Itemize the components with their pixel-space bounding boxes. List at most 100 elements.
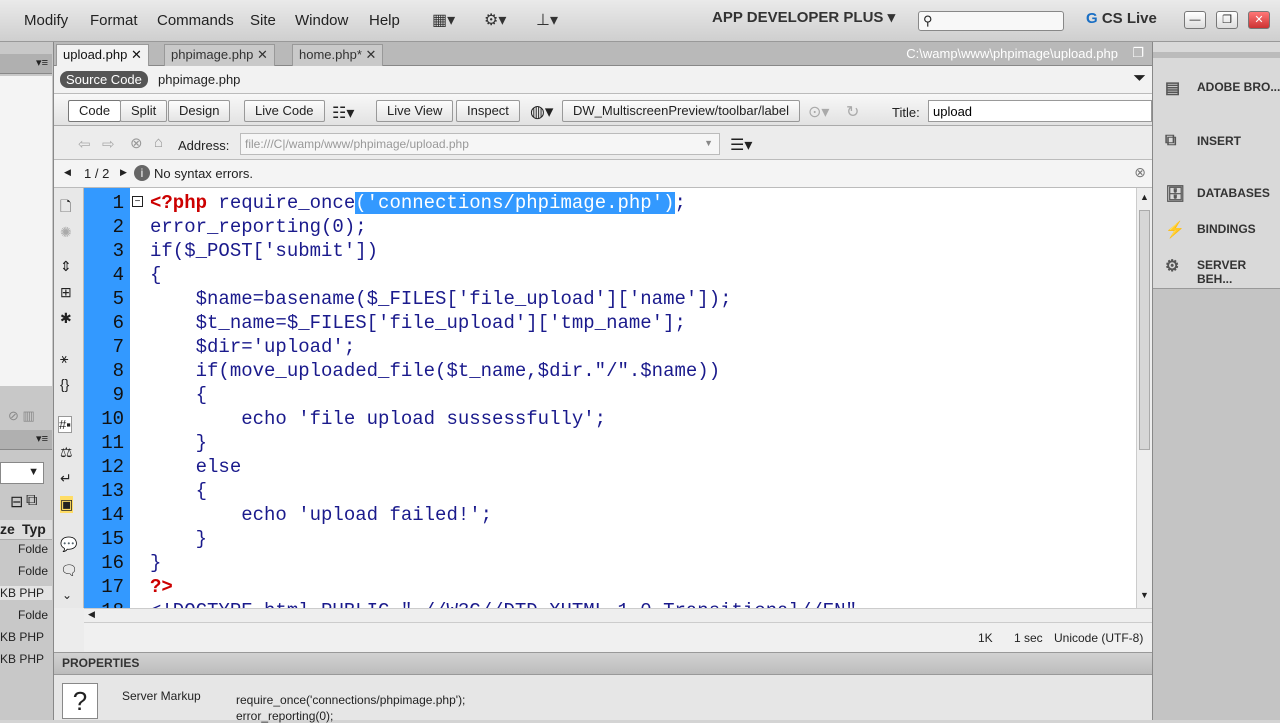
home-icon[interactable]: ⌂ [154, 134, 163, 151]
tab-phpimage[interactable]: phpimage.php ✕ [164, 44, 275, 66]
close-button[interactable]: ✕ [1248, 11, 1270, 29]
back-icon[interactable]: ⇦ [78, 135, 91, 153]
close-icon[interactable]: ⊗ [1134, 164, 1146, 181]
col-size-header[interactable]: ze [0, 521, 15, 537]
expand-all-icon[interactable]: ✱ [60, 310, 72, 327]
scroll-thumb[interactable] [1139, 210, 1150, 450]
horizontal-scrollbar[interactable]: ◀ [84, 608, 1152, 622]
restore-doc-icon[interactable]: ❐ [1132, 45, 1144, 61]
properties-header[interactable]: PROPERTIES [54, 653, 1152, 675]
gear-icon[interactable]: ⚙▾ [484, 10, 506, 30]
apply-comment-icon[interactable]: 💬 [60, 536, 77, 553]
line-number: 8 [112, 360, 124, 382]
inspect-button[interactable]: Inspect [456, 100, 520, 122]
design-view-button[interactable]: Design [168, 100, 231, 122]
view-options-icon[interactable]: ☰▾ [730, 135, 752, 155]
collapse-icon[interactable]: − [132, 196, 143, 207]
panel-menu-icon[interactable]: ▾≡ [36, 56, 48, 69]
file-row[interactable]: KB PHP [0, 630, 44, 644]
server-behaviors-panel[interactable]: ⚙ SERVER BEH... [1153, 248, 1280, 286]
select-parent-tag-icon[interactable]: ⚹ [60, 350, 68, 367]
open-documents-icon[interactable]: 🗋 [60, 196, 71, 220]
menu-window[interactable]: Window [295, 12, 348, 29]
show-code-navigator-icon[interactable]: ✺ [60, 224, 72, 241]
col-type-header[interactable]: Typ [22, 521, 46, 537]
file-row[interactable]: KB PHP [0, 586, 52, 600]
more-icon[interactable]: ⌄ [62, 588, 72, 602]
split-view-button[interactable]: Split [120, 100, 168, 122]
prev-icon[interactable]: ◀ [64, 167, 71, 178]
tab-home[interactable]: home.php* ✕ [292, 44, 384, 66]
menu-help[interactable]: Help [369, 12, 400, 29]
workspace-switcher[interactable]: APP DEVELOPER PLUS ▾ [712, 8, 908, 34]
file-row[interactable]: Folde [18, 564, 48, 578]
search-input[interactable]: ⚲ [918, 11, 1064, 31]
address-input[interactable]: file:///C|/wamp/www/phpimage/upload.php ▼ [240, 133, 720, 155]
databases-panel[interactable]: 🗄 DATABASES [1153, 176, 1280, 212]
menu-format[interactable]: Format [90, 12, 138, 29]
forward-icon[interactable]: ⇨ [102, 135, 115, 153]
balance-braces-icon[interactable]: {} [60, 376, 69, 392]
minimize-button[interactable]: — [1184, 11, 1206, 29]
code-view-button[interactable]: Code [68, 100, 122, 122]
code-line: if($_POST['submit']) [150, 240, 379, 262]
cs-live-button[interactable]: G CS Live [1086, 10, 1157, 27]
line-numbers-icon[interactable]: #▪ [58, 416, 72, 433]
related-files-icon[interactable]: ☷▾ [332, 103, 354, 123]
chevron-down-icon[interactable]: ▼ [704, 138, 713, 148]
remove-comment-icon[interactable]: 🗨 [60, 562, 78, 579]
scroll-left-icon[interactable]: ◀ [88, 609, 95, 620]
vertical-scrollbar[interactable]: ▲ ▼ [1136, 188, 1152, 608]
code-editor[interactable]: 1 2 3 4 5 6 7 8 9 10 11 12 13 14 15 16 1… [84, 188, 1136, 608]
panel-label: BINDINGS [1197, 222, 1256, 236]
multiscreen-button[interactable]: DW_MultiscreenPreview/toolbar/label [562, 100, 801, 122]
code-line: if(move_uploaded_file($t_name,$dir."/".$… [150, 360, 721, 382]
site-dropdown[interactable]: ▼ [0, 462, 44, 484]
menu-modify[interactable]: Modify [24, 12, 68, 29]
source-code-tab[interactable]: Source Code [60, 71, 148, 88]
dock-grip[interactable] [1153, 52, 1280, 58]
next-icon[interactable]: ▶ [120, 167, 127, 178]
close-icon[interactable]: ✕ [366, 47, 377, 62]
globe-icon[interactable]: ◍▾ [530, 102, 553, 122]
filter-icon[interactable]: ⏷ [1133, 70, 1146, 88]
preview-icon[interactable]: ⊙▾ [808, 102, 829, 122]
insert-panel[interactable]: ⧉ INSERT [1153, 124, 1280, 160]
no-icon[interactable]: ⊘ ▥ [8, 408, 35, 424]
files-icon[interactable]: ⧉ [26, 492, 37, 510]
menu-commands[interactable]: Commands [157, 12, 234, 29]
restore-button[interactable]: ❐ [1216, 11, 1238, 29]
refresh-icon[interactable]: ↻ [846, 102, 859, 122]
file-row[interactable]: Folde [18, 608, 48, 622]
workspace-label: APP DEVELOPER PLUS [712, 9, 884, 26]
related-files-bar: Source Code phpimage.php ⏷ [54, 66, 1152, 94]
close-icon[interactable]: ✕ [131, 47, 142, 62]
code-line: else [150, 456, 242, 478]
syntax-coloring-icon[interactable]: ▣ [60, 496, 74, 513]
live-view-button[interactable]: Live View [376, 100, 454, 122]
live-code-button[interactable]: Live Code [244, 100, 325, 122]
stop-icon[interactable]: ⊗ [130, 134, 143, 152]
collapse-selection-icon[interactable]: ⊞ [60, 284, 72, 301]
collapse-tag-icon[interactable]: ⇕ [60, 258, 72, 275]
expand-icon[interactable]: ⊟ [10, 492, 23, 512]
files-menu-icon[interactable]: ▾≡ [36, 432, 48, 445]
scroll-down-icon[interactable]: ▼ [1140, 590, 1149, 600]
close-icon[interactable]: ✕ [257, 47, 268, 62]
tab-upload[interactable]: upload.php ✕ [56, 44, 149, 66]
help-icon[interactable]: ? [62, 683, 98, 719]
line-number: 18 [84, 600, 124, 608]
file-row[interactable]: Folde [18, 542, 48, 556]
layout-icon[interactable]: ▦▾ [432, 10, 455, 30]
word-wrap-icon[interactable]: ↵ [60, 470, 72, 487]
document-toolbar: Code Split Design Live Code ☷▾ Live View… [54, 94, 1152, 126]
scroll-up-icon[interactable]: ▲ [1140, 192, 1149, 202]
bindings-panel[interactable]: ⚡ BINDINGS [1153, 212, 1280, 248]
site-tree-icon[interactable]: ⊥▾ [536, 10, 558, 30]
adobe-browserlab-panel[interactable]: ▤ ADOBE BRO... [1153, 70, 1280, 106]
title-input[interactable] [928, 100, 1152, 122]
file-row[interactable]: KB PHP [0, 652, 44, 666]
menu-site[interactable]: Site [250, 12, 276, 29]
related-file[interactable]: phpimage.php [158, 72, 240, 87]
highlight-invalid-icon[interactable]: ⚖ [60, 444, 73, 461]
